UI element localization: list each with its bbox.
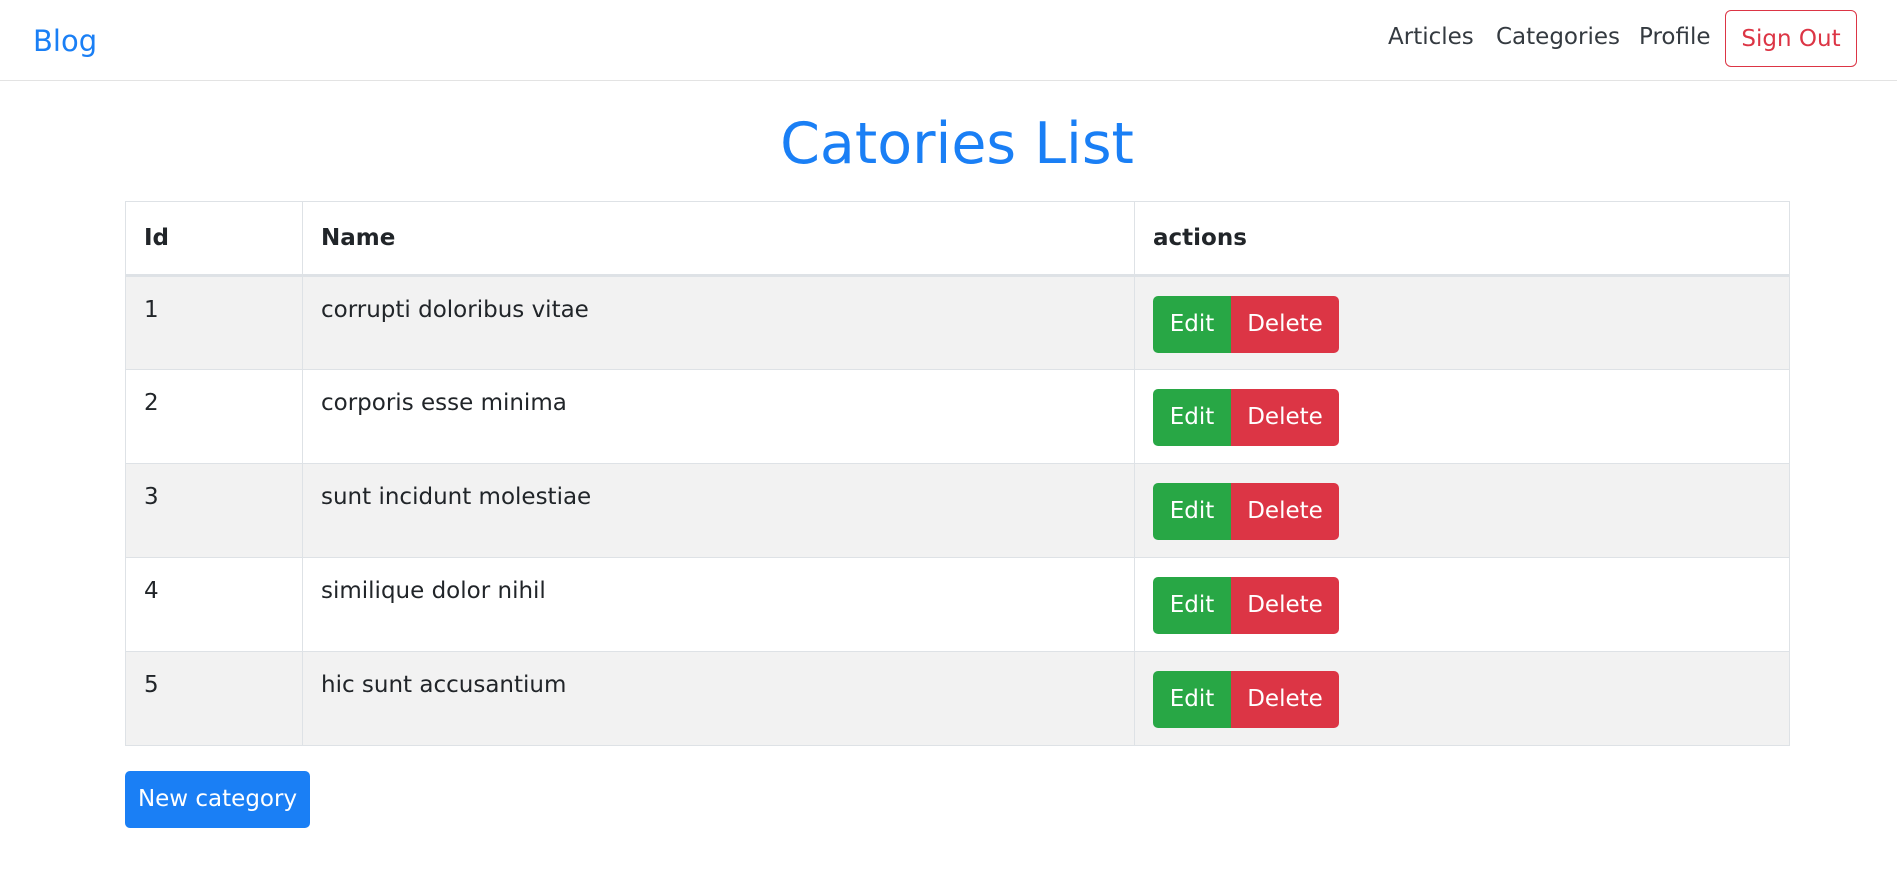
row-id: 2 (125, 369, 303, 464)
header-actions: actions (1134, 201, 1790, 277)
table-row: 3 sunt incidunt molestiae Edit Delete (125, 463, 1790, 558)
edit-button[interactable]: Edit (1153, 389, 1231, 446)
delete-button[interactable]: Delete (1231, 296, 1339, 353)
row-id: 1 (125, 275, 303, 370)
row-name: sunt incidunt molestiae (302, 463, 1135, 558)
table-row: 5 hic sunt accusantium Edit Delete (125, 651, 1790, 746)
row-id: 3 (125, 463, 303, 558)
row-actions: Edit Delete (1134, 275, 1790, 370)
nav-link-articles[interactable]: Articles (1388, 20, 1474, 54)
delete-button[interactable]: Delete (1231, 389, 1339, 446)
delete-button[interactable]: Delete (1231, 577, 1339, 634)
row-id: 5 (125, 651, 303, 746)
row-name: hic sunt accusantium (302, 651, 1135, 746)
edit-button[interactable]: Edit (1153, 483, 1231, 540)
action-button-group: Edit Delete (1153, 671, 1339, 728)
delete-button[interactable]: Delete (1231, 671, 1339, 728)
categories-table: Id Name actions 1 corrupti doloribus vit… (125, 201, 1790, 746)
row-actions: Edit Delete (1134, 651, 1790, 746)
action-button-group: Edit Delete (1153, 296, 1339, 353)
navbar: Blog Articles Categories Profile Sign Ou… (0, 0, 1897, 81)
row-actions: Edit Delete (1134, 557, 1790, 652)
header-id: Id (125, 201, 303, 277)
edit-button[interactable]: Edit (1153, 671, 1231, 728)
row-name: corporis esse minima (302, 369, 1135, 464)
table-row: 2 corporis esse minima Edit Delete (125, 369, 1790, 464)
edit-button[interactable]: Edit (1153, 577, 1231, 634)
page-title: Catories List (780, 111, 1134, 177)
nav-link-profile[interactable]: Profile (1639, 20, 1711, 54)
row-name: similique dolor nihil (302, 557, 1135, 652)
row-actions: Edit Delete (1134, 463, 1790, 558)
edit-button[interactable]: Edit (1153, 296, 1231, 353)
row-id: 4 (125, 557, 303, 652)
brand-link[interactable]: Blog (33, 21, 97, 61)
row-name: corrupti doloribus vitae (302, 275, 1135, 370)
new-category-button[interactable]: New category (125, 771, 310, 828)
nav-link-categories[interactable]: Categories (1496, 20, 1620, 54)
row-actions: Edit Delete (1134, 369, 1790, 464)
action-button-group: Edit Delete (1153, 389, 1339, 446)
sign-out-button[interactable]: Sign Out (1725, 10, 1857, 67)
action-button-group: Edit Delete (1153, 483, 1339, 540)
delete-button[interactable]: Delete (1231, 483, 1339, 540)
header-name: Name (302, 201, 1135, 277)
table-header-row: Id Name actions (125, 201, 1790, 277)
table-row: 4 similique dolor nihil Edit Delete (125, 557, 1790, 652)
table-row: 1 corrupti doloribus vitae Edit Delete (125, 275, 1790, 370)
action-button-group: Edit Delete (1153, 577, 1339, 634)
